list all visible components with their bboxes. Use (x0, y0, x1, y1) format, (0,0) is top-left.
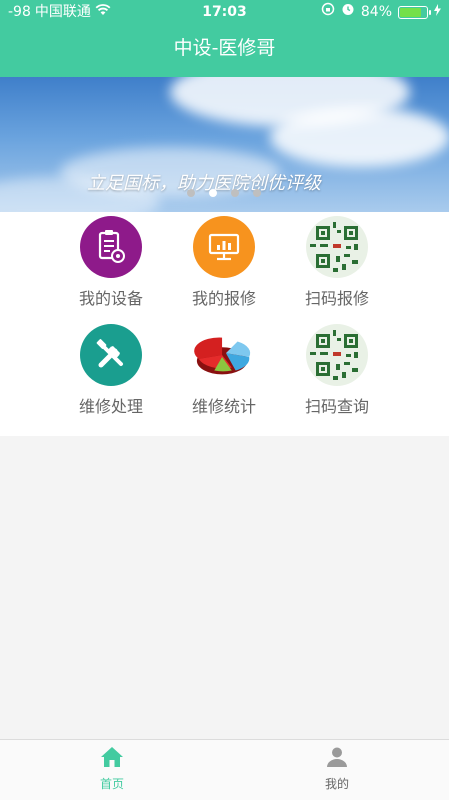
rotation-lock-icon (321, 0, 335, 24)
carousel-dot-active[interactable] (209, 189, 217, 197)
tab-mine[interactable]: 我的 (297, 746, 377, 792)
tools-icon (80, 324, 142, 386)
menu-item-label: 维修处理 (78, 397, 143, 416)
status-bar: -98 中国联通 17:03 84% (0, 0, 449, 24)
page-title: 中设-医修哥 (173, 37, 276, 59)
carousel-indicator[interactable] (187, 189, 261, 197)
alarm-icon (341, 0, 355, 24)
charging-icon (434, 0, 441, 24)
carousel-dot[interactable] (187, 189, 195, 197)
menu-item-label: 扫码查询 (304, 397, 369, 416)
monitor-chart-icon (193, 216, 255, 278)
menu-item-label: 我的设备 (78, 289, 143, 308)
top-bar: -98 中国联通 17:03 84% 中设-医修哥 (0, 0, 449, 77)
menu-item-label: 我的报修 (191, 289, 256, 308)
menu-item-my-repairs[interactable]: 我的报修 (169, 216, 279, 316)
banner-carousel[interactable]: 立足国标，助力医院创优评级 (0, 77, 449, 212)
menu-item-label: 扫码报修 (304, 289, 369, 308)
menu-item-repair-statistics[interactable]: 维修统计 (169, 324, 279, 424)
home-icon (100, 747, 124, 771)
device-settings-icon (80, 216, 142, 278)
menu-item-label: 维修统计 (191, 397, 256, 416)
user-icon (326, 747, 348, 771)
pie-chart-icon (193, 324, 255, 386)
tab-home[interactable]: 首页 (72, 746, 152, 792)
carousel-dot[interactable] (231, 189, 239, 197)
menu-item-repair-handling[interactable]: 维修处理 (56, 324, 166, 424)
tab-bar: 首页 我的 (0, 739, 449, 800)
menu-item-scan-query[interactable]: 扫码查询 (282, 324, 392, 424)
menu-item-my-devices[interactable]: 我的设备 (56, 216, 166, 316)
tab-label: 我的 (324, 777, 349, 791)
tab-label: 首页 (99, 777, 124, 791)
function-menu: 我的设备 我的报修 扫码报修 维修处理 维修统计 扫码查询 (0, 212, 449, 436)
menu-item-scan-report[interactable]: 扫码报修 (282, 216, 392, 316)
carousel-dot[interactable] (253, 189, 261, 197)
qr-code-icon (306, 324, 368, 386)
qr-code-icon (306, 216, 368, 278)
battery-icon (398, 5, 431, 19)
battery-percent: 84% (360, 4, 392, 20)
